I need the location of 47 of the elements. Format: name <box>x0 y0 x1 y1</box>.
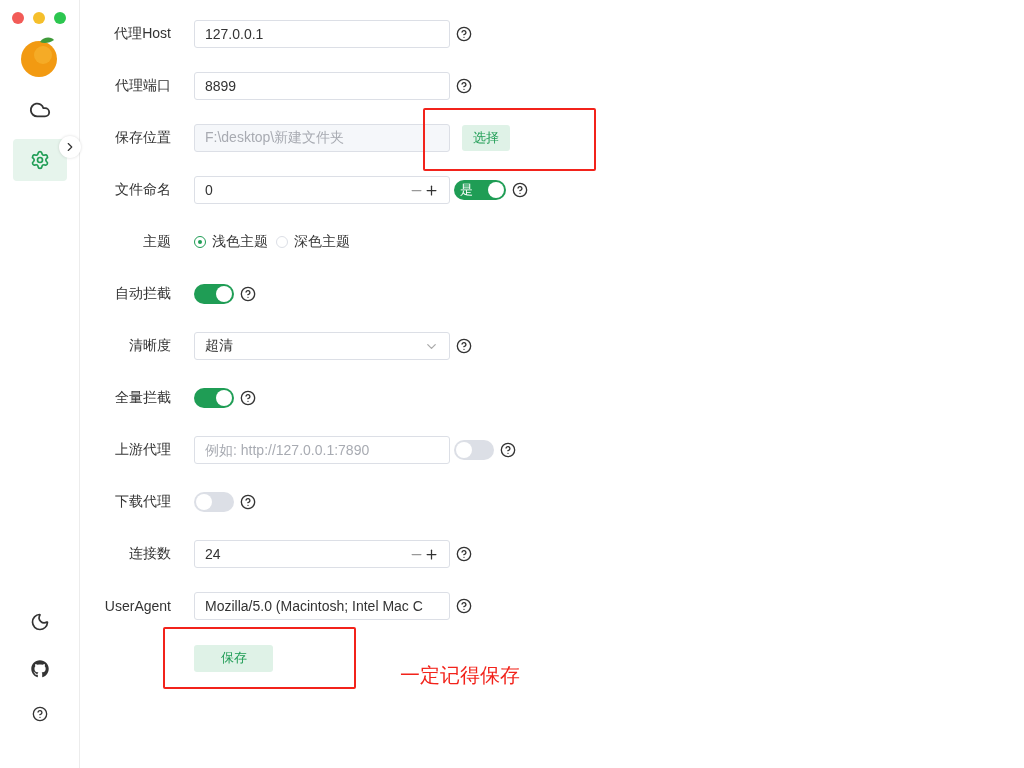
plus-icon[interactable] <box>424 546 439 562</box>
toggle-switch[interactable] <box>454 440 494 460</box>
help-icon[interactable] <box>240 494 256 510</box>
select-field[interactable]: 超清 <box>194 332 450 360</box>
help-icon[interactable] <box>512 182 528 198</box>
toggle-switch[interactable] <box>194 388 234 408</box>
field-label: 保存位置 <box>114 129 171 147</box>
text-field[interactable]: 例如: http://127.0.0.1:7890 <box>194 436 450 464</box>
number-field[interactable]: 24 <box>194 540 450 568</box>
expand-button[interactable] <box>59 136 81 158</box>
help-icon[interactable] <box>240 286 256 302</box>
help-icon[interactable] <box>456 546 472 562</box>
close-dot[interactable] <box>12 12 24 24</box>
field-label: 下载代理 <box>114 493 171 511</box>
field-label: 自动拦截 <box>114 285 171 303</box>
field-label: UserAgent <box>103 598 171 614</box>
help-icon[interactable] <box>456 78 472 94</box>
field-label: 代理端口 <box>114 77 171 95</box>
radio-option[interactable]: 浅色主题 <box>194 233 268 251</box>
text-field[interactable]: Mozilla/5.0 (Macintosh; Intel Mac C <box>194 592 450 620</box>
field-label: 文件命名 <box>114 181 171 199</box>
annotation-note: 一定记得保存 <box>400 663 520 688</box>
field-label: 清晰度 <box>128 337 171 355</box>
help-icon[interactable] <box>31 706 48 722</box>
help-icon[interactable] <box>456 598 472 614</box>
radio-option[interactable]: 深色主题 <box>276 233 350 251</box>
field-label: 代理Host <box>113 25 171 43</box>
help-icon[interactable] <box>500 442 516 458</box>
fruit-logo-icon <box>19 36 60 78</box>
help-icon[interactable] <box>240 390 256 406</box>
minimize-dot[interactable] <box>33 12 45 24</box>
moon-icon[interactable] <box>29 612 50 632</box>
maximize-dot[interactable] <box>54 12 66 24</box>
text-field[interactable]: 8899 <box>194 72 450 100</box>
field-label: 上游代理 <box>114 441 171 459</box>
help-icon[interactable] <box>456 338 472 354</box>
toggle-switch[interactable] <box>194 284 234 304</box>
number-field[interactable]: 0 <box>194 176 450 204</box>
github-icon[interactable] <box>30 660 49 678</box>
text-field[interactable]: 127.0.0.1 <box>194 20 450 48</box>
field-label: 主题 <box>142 233 171 251</box>
toggle-switch[interactable] <box>194 492 234 512</box>
settings-icon <box>29 150 50 170</box>
help-icon[interactable] <box>456 26 472 42</box>
field-label: 连接数 <box>128 545 171 563</box>
field-label: 全量拦截 <box>114 389 171 407</box>
plus-icon[interactable] <box>424 182 439 198</box>
